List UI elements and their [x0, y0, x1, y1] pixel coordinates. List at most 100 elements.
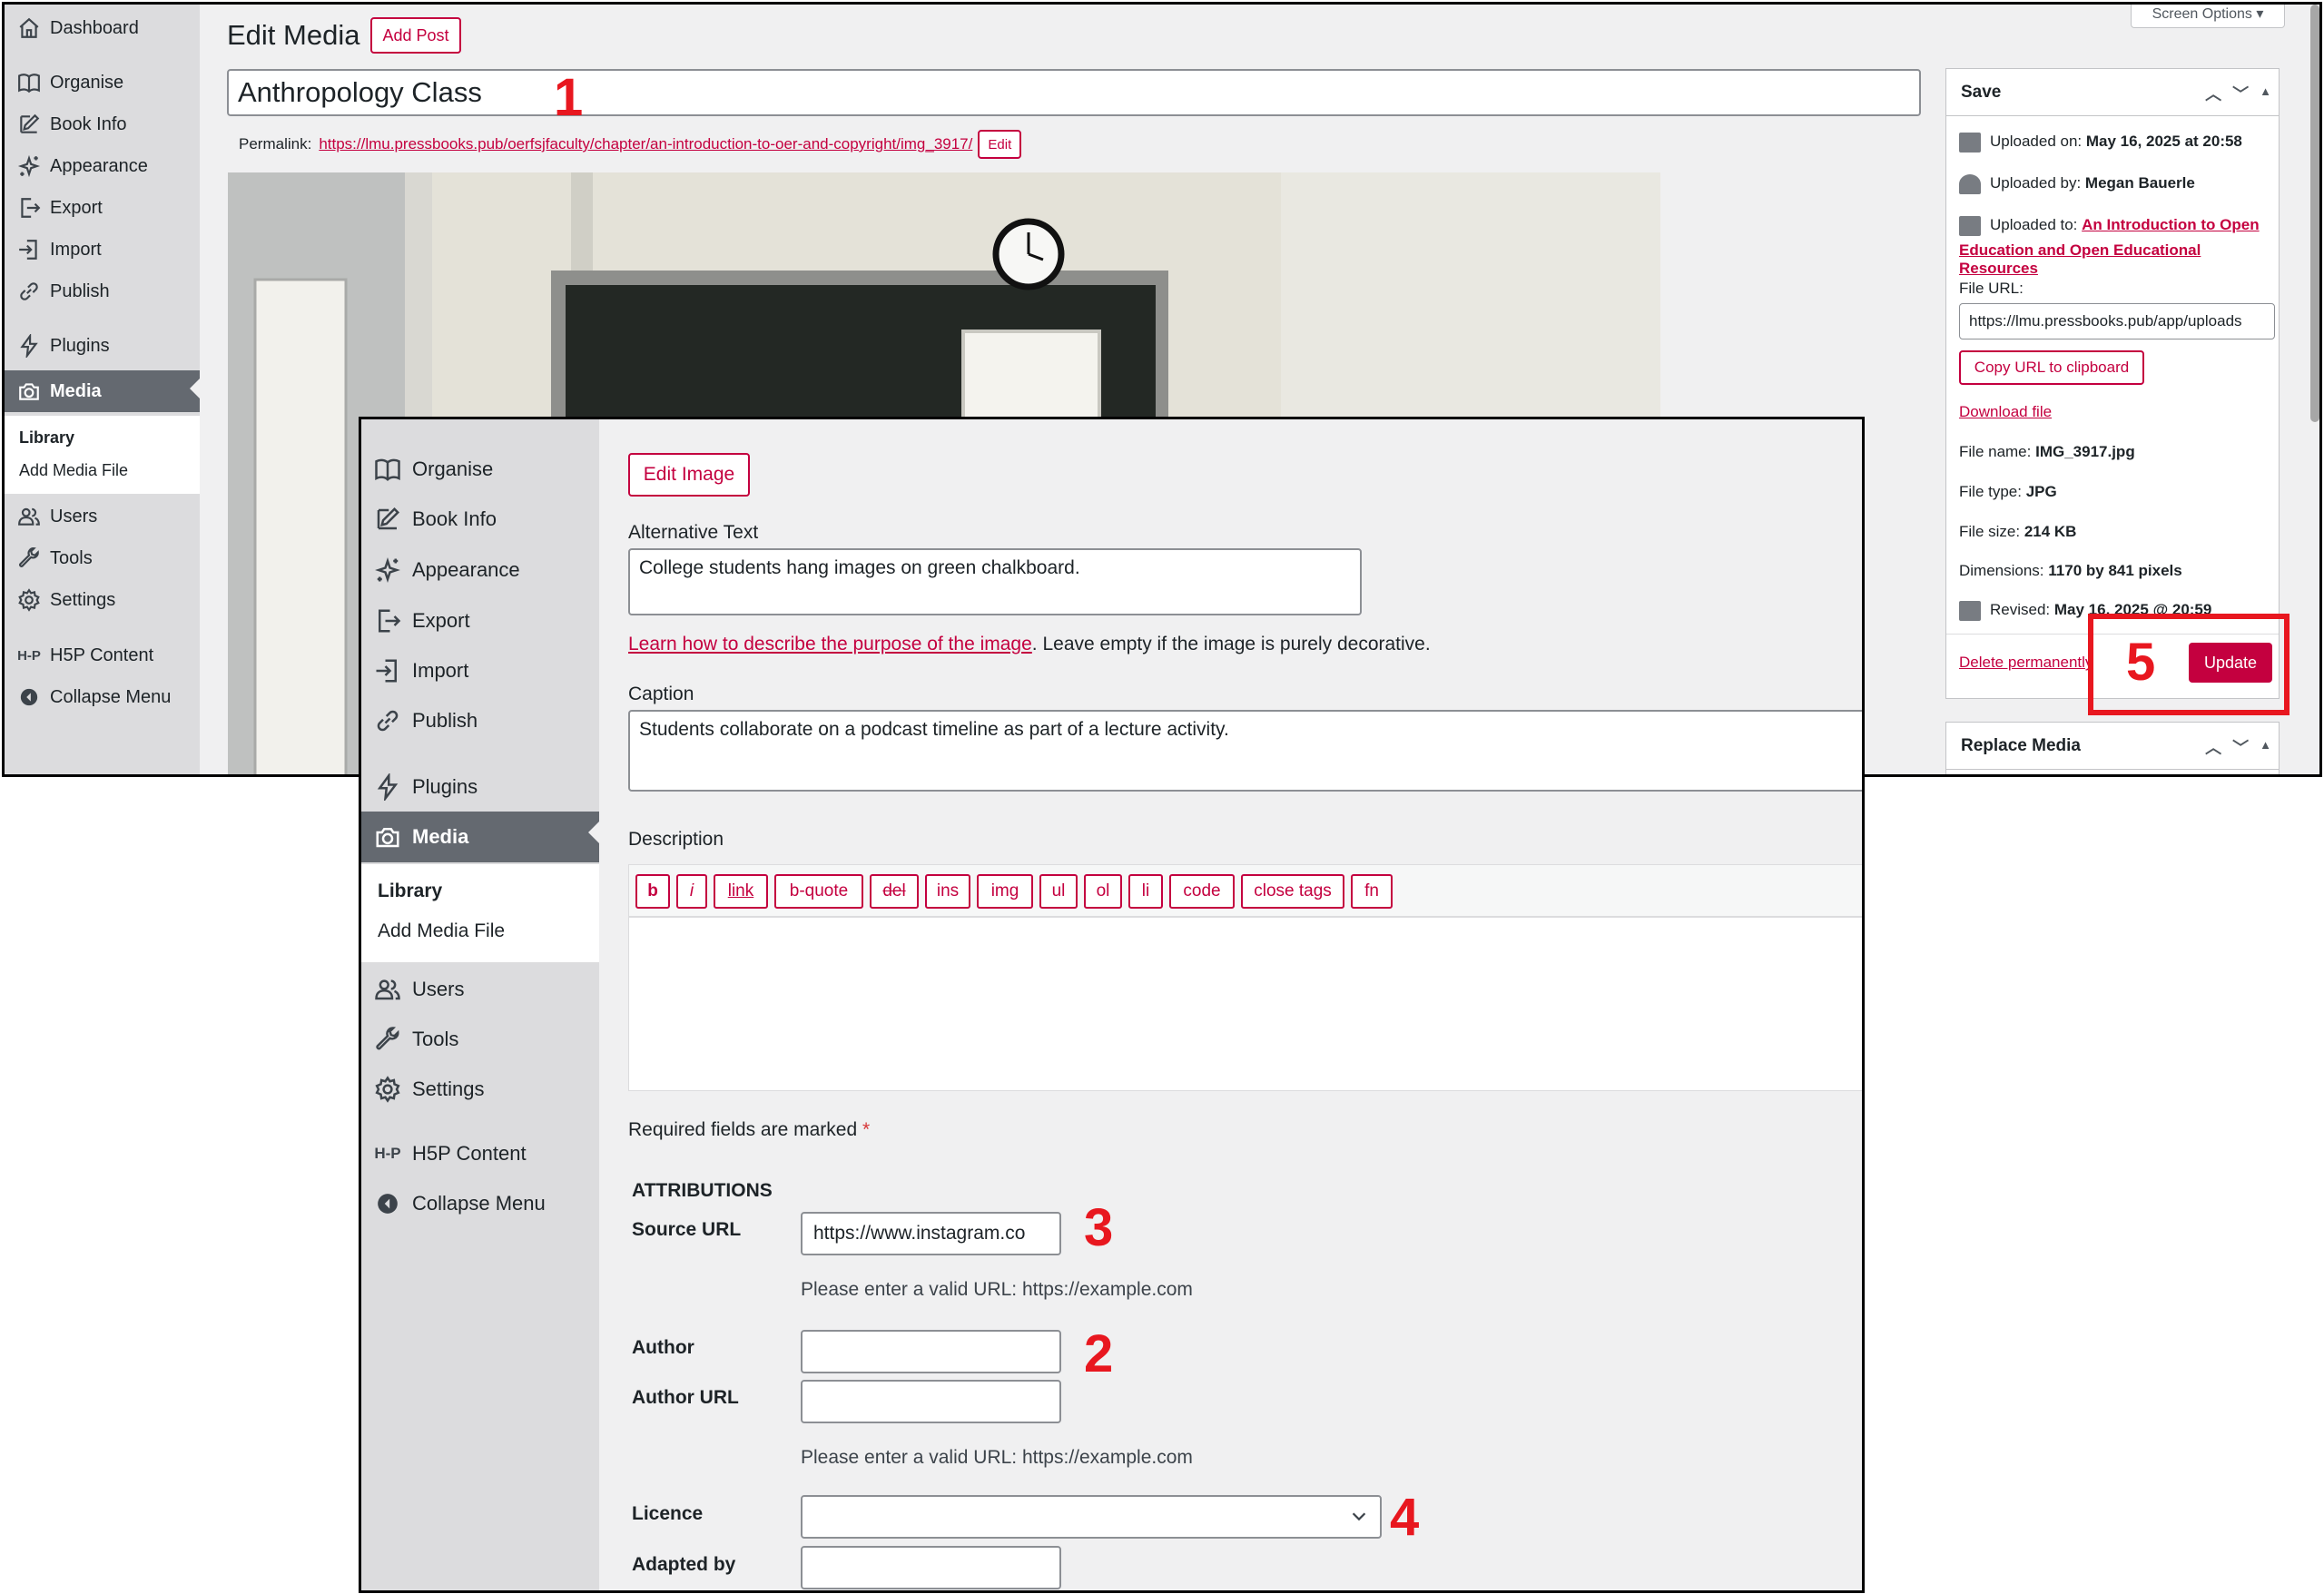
screen-options-button[interactable]: Screen Options ▾ — [2131, 5, 2285, 28]
permalink-url[interactable]: https://lmu.pressbooks.pub/oerfsjfaculty… — [319, 135, 972, 153]
quicktag-img-button[interactable]: img — [977, 874, 1033, 909]
annotation-3: 3 — [1084, 1198, 1114, 1257]
sidebar-item-h5p[interactable]: H-P H5P Content — [361, 1133, 599, 1175]
source-url-input[interactable]: https://www.instagram.co — [801, 1212, 1061, 1255]
uploaded-on-label: Uploaded on: — [1990, 133, 2083, 150]
chevron-down-icon[interactable]: ﹀ — [2232, 735, 2249, 759]
chevron-up-icon[interactable]: ︿ — [2205, 735, 2221, 759]
sidebar-item-collapse-menu[interactable]: Collapse Menu — [361, 1183, 599, 1225]
sidebar-item-appearance[interactable]: Appearance — [361, 549, 599, 591]
sidebar-item-settings[interactable]: Settings — [361, 1068, 599, 1110]
add-post-button[interactable]: Add Post — [370, 17, 461, 54]
sidebar-item-export[interactable]: Export — [5, 190, 200, 226]
annotation-4: 4 — [1390, 1488, 1420, 1547]
wrench-icon — [15, 546, 43, 570]
sidebar-item-settings[interactable]: Settings — [5, 582, 200, 618]
sidebar-item-users[interactable]: Users — [5, 498, 200, 535]
quicktag-link-button[interactable]: link — [714, 874, 768, 909]
quicktag-ol-button[interactable]: ol — [1084, 874, 1122, 909]
sidebar-item-book-info[interactable]: Book Info — [361, 498, 599, 540]
quicktag-fn-button[interactable]: fn — [1351, 874, 1393, 909]
author-input[interactable] — [801, 1330, 1061, 1373]
submenu-add-media-file[interactable]: Add Media File — [19, 461, 128, 480]
caret-up-icon[interactable]: ▲ — [2260, 738, 2271, 759]
edit-image-button[interactable]: Edit Image — [628, 453, 750, 497]
quicktag-italic-button[interactable]: i — [676, 874, 707, 909]
source-url-label: Source URL — [632, 1219, 742, 1240]
uploaded-to-link[interactable]: An Introduction to Open — [2082, 216, 2259, 236]
sidebar-item-organise[interactable]: Organise — [361, 448, 599, 490]
licence-select[interactable] — [801, 1495, 1382, 1539]
quicktag-ul-button[interactable]: ul — [1039, 874, 1078, 909]
chevron-down-icon — [1352, 1512, 1366, 1521]
chevron-up-icon[interactable]: ︿ — [2205, 82, 2221, 105]
sidebar-item-import[interactable]: Import — [5, 231, 200, 268]
adapted-by-input[interactable] — [801, 1546, 1061, 1589]
quicktag-li-button[interactable]: li — [1128, 874, 1163, 909]
sidebar-item-book-info[interactable]: Book Info — [5, 106, 200, 143]
title-input[interactable]: Anthropology Class — [227, 69, 1921, 116]
calendar-icon — [1959, 601, 1981, 621]
description-field[interactable] — [628, 917, 1862, 1091]
file-size-row: File size: 214 KB — [1959, 523, 2076, 541]
sidebar-item-users[interactable]: Users — [361, 969, 599, 1010]
sidebar-item-h5p[interactable]: H-P H5P Content — [5, 637, 200, 674]
file-url-field[interactable]: https://lmu.pressbooks.pub/app/uploads — [1959, 303, 2275, 339]
uploaded-to-label: Uploaded to: — [1990, 216, 2078, 233]
caption-label: Caption — [628, 684, 694, 704]
submenu-library[interactable]: Library — [378, 881, 442, 902]
sidebar-item-organise[interactable]: Organise — [5, 64, 200, 101]
annotation-1: 1 — [554, 68, 584, 127]
quicktag-code-button[interactable]: code — [1169, 874, 1235, 909]
author-url-input[interactable] — [801, 1380, 1061, 1423]
quicktag-bold-button[interactable]: b — [635, 874, 670, 909]
submenu-library[interactable]: Library — [19, 428, 74, 448]
page-title: Edit Media — [227, 19, 360, 51]
submenu-add-media-file[interactable]: Add Media File — [378, 920, 505, 942]
file-type-value: JPG — [2025, 483, 2057, 500]
admin-sidebar: Dashboard Organise Book Info Appearance … — [5, 5, 200, 774]
caption-field[interactable]: Students collaborate on a podcast timeli… — [628, 710, 1862, 792]
sidebar-item-tools[interactable]: Tools — [361, 1018, 599, 1060]
sidebar-item-dashboard[interactable]: Dashboard — [5, 10, 200, 46]
quicktag-bquote-button[interactable]: b-quote — [774, 874, 863, 909]
save-metabox: Save ︿ ﹀ ▲ Uploaded on: May 16, 2025 at … — [1945, 68, 2280, 699]
sidebar-item-media[interactable]: Media — [5, 370, 200, 412]
annotation-5: 5 — [2126, 633, 2156, 692]
copy-url-button[interactable]: Copy URL to clipboard — [1959, 350, 2144, 385]
sidebar-item-publish[interactable]: Publish — [5, 273, 200, 310]
alt-text-help-link[interactable]: Learn how to describe the purpose of the… — [628, 634, 1032, 654]
media-details-form: Edit Image Alternative Text College stud… — [599, 419, 1862, 1590]
folder-icon — [1959, 216, 1981, 236]
permalink: Permalink: https://lmu.pressbooks.pub/oe… — [239, 130, 1022, 159]
chevron-down-icon[interactable]: ﹀ — [2232, 82, 2249, 105]
uploaded-to-link-line2[interactable]: Education and Open Educational Resources — [1959, 241, 2279, 278]
sidebar-item-import[interactable]: Import — [361, 650, 599, 692]
plugin-icon — [372, 773, 403, 801]
sidebar-item-media[interactable]: Media — [361, 812, 599, 862]
file-size-value: 214 KB — [2024, 523, 2077, 540]
quicktag-close-tags-button[interactable]: close tags — [1241, 874, 1344, 909]
sidebar-item-plugins[interactable]: Plugins — [361, 766, 599, 808]
alt-text-field[interactable]: College students hang images on green ch… — [628, 548, 1362, 615]
export-icon — [15, 196, 43, 220]
gear-icon — [15, 588, 43, 612]
import-icon — [372, 657, 403, 684]
scrollbar[interactable] — [2310, 5, 2319, 422]
sidebar-item-plugins[interactable]: Plugins — [5, 328, 200, 364]
permalink-edit-button[interactable]: Edit — [978, 130, 1022, 159]
sidebar-item-appearance[interactable]: Appearance — [5, 148, 200, 184]
metabox-arrows: ︿ ﹀ ▲ — [2205, 82, 2271, 105]
sidebar-item-collapse-menu[interactable]: Collapse Menu — [5, 679, 200, 715]
sidebar-item-tools[interactable]: Tools — [5, 540, 200, 576]
adapted-by-label: Adapted by — [632, 1554, 736, 1575]
quicktag-del-button[interactable]: del — [870, 874, 919, 909]
delete-permanently-link[interactable]: Delete permanently — [1959, 654, 2095, 672]
replace-media-metabox: Replace Media ︿ ﹀ ▲ — [1945, 722, 2280, 774]
sidebar-item-publish[interactable]: Publish — [361, 700, 599, 742]
download-file-link[interactable]: Download file — [1959, 403, 2052, 421]
quicktag-ins-button[interactable]: ins — [925, 874, 970, 909]
sidebar-item-export[interactable]: Export — [361, 600, 599, 642]
caret-up-icon[interactable]: ▲ — [2260, 84, 2271, 105]
camera-icon — [15, 379, 43, 403]
